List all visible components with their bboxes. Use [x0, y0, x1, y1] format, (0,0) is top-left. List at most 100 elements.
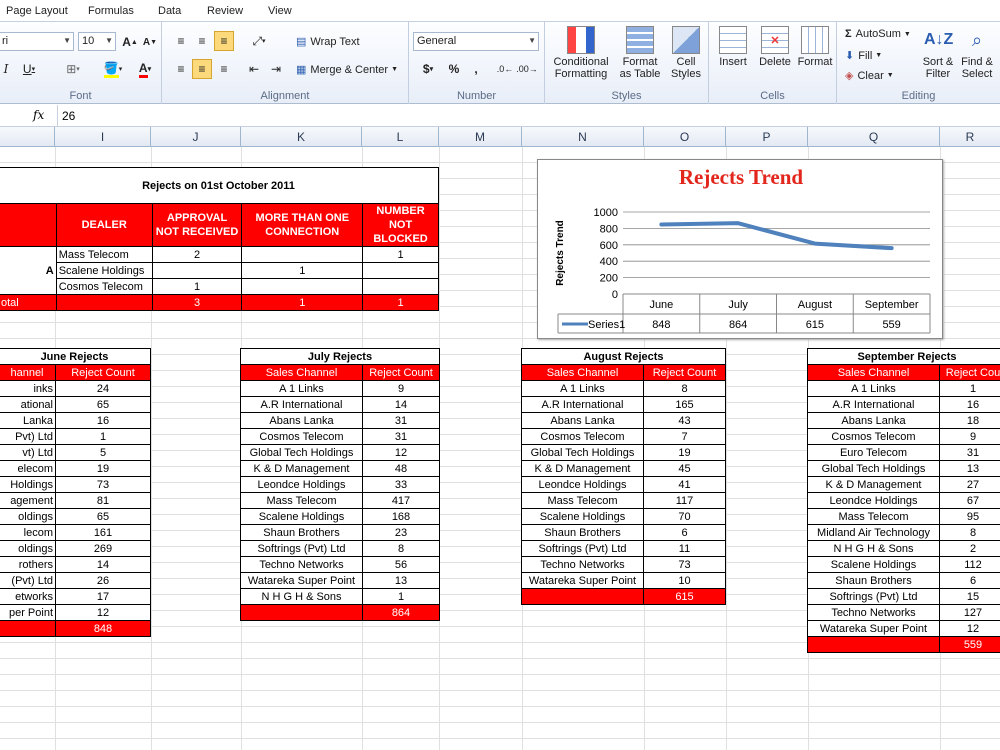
channel-cell[interactable]: N H G H & Sons — [240, 588, 363, 605]
count-cell[interactable]: 2 — [939, 540, 1000, 557]
count-cell[interactable]: 1 — [939, 380, 1000, 397]
count-cell[interactable]: 417 — [362, 492, 440, 509]
channel-cell[interactable]: Techno Networks — [240, 556, 363, 573]
channel-cell[interactable]: lecom — [0, 524, 56, 541]
count-cell[interactable]: 81 — [55, 492, 151, 509]
channel-cell[interactable]: oldings — [0, 540, 56, 557]
dealer-cell[interactable]: Scalene Holdings — [55, 262, 153, 279]
column-header-m[interactable]: M — [439, 127, 522, 147]
conditional-formatting-button[interactable]: Conditional Formatting — [549, 26, 613, 80]
column-header-p[interactable]: P — [726, 127, 808, 147]
dealer-cell[interactable]: Cosmos Telecom — [55, 278, 153, 295]
count-cell[interactable]: 43 — [643, 412, 726, 429]
count-cell[interactable]: 112 — [939, 556, 1000, 573]
count-cell[interactable]: 13 — [362, 572, 440, 589]
tab-view[interactable]: View — [268, 5, 292, 17]
rejects-trend-chart[interactable]: Rejects Trend Rejects Trend 1000 800 600 400 2… — [537, 159, 943, 339]
count-cell[interactable]: 48 — [362, 460, 440, 477]
channel-cell[interactable]: A.R International — [521, 396, 644, 413]
formula-input[interactable]: 26 — [62, 109, 75, 123]
count-cell[interactable]: 12 — [55, 604, 151, 621]
borders-button[interactable]: ⊞ ▾ — [60, 59, 86, 79]
channel-cell[interactable]: Midland Air Technology — [807, 524, 940, 541]
channel-cell[interactable]: Watareka Super Point — [807, 620, 940, 637]
align-left-icon[interactable]: ≡ — [171, 59, 191, 79]
channel-cell[interactable]: Scalene Holdings — [240, 508, 363, 525]
count-cell[interactable]: 15 — [939, 588, 1000, 605]
count-cell[interactable]: 16 — [939, 396, 1000, 413]
count-cell[interactable]: 95 — [939, 508, 1000, 525]
channel-cell[interactable]: Leondce Holdings — [807, 492, 940, 509]
channel-cell[interactable]: A.R International — [807, 396, 940, 413]
channel-cell[interactable]: Scalene Holdings — [807, 556, 940, 573]
count-cell[interactable]: 6 — [939, 572, 1000, 589]
channel-cell[interactable]: Mass Telecom — [807, 508, 940, 525]
count-cell[interactable]: 5 — [55, 444, 151, 461]
dealer-cell[interactable]: Mass Telecom — [55, 246, 153, 263]
count-cell[interactable]: 16 — [55, 412, 151, 429]
count-cell[interactable]: 56 — [362, 556, 440, 573]
channel-cell[interactable]: agement — [0, 492, 56, 509]
channel-cell[interactable]: Shaun Brothers — [521, 524, 644, 541]
channel-cell[interactable]: Leondce Holdings — [240, 476, 363, 493]
number-cell[interactable] — [362, 262, 439, 279]
column-header-j[interactable]: J — [151, 127, 241, 147]
count-cell[interactable]: 1 — [362, 588, 440, 605]
count-cell[interactable]: 73 — [643, 556, 726, 573]
count-cell[interactable]: 65 — [55, 396, 151, 413]
count-cell[interactable]: 27 — [939, 476, 1000, 493]
merge-center-button[interactable]: ▦ Merge & Center ▼ — [296, 63, 398, 77]
channel-cell[interactable]: rothers — [0, 556, 56, 573]
column-header-n[interactable]: N — [522, 127, 644, 147]
channel-cell[interactable]: Abans Lanka — [240, 412, 363, 429]
decrease-indent-icon[interactable]: ⇤ — [244, 59, 264, 79]
channel-cell[interactable]: elecom — [0, 460, 56, 477]
count-cell[interactable]: 12 — [939, 620, 1000, 637]
format-as-table-button[interactable]: Format as Table — [615, 26, 665, 80]
count-cell[interactable]: 31 — [362, 428, 440, 445]
count-cell[interactable]: 11 — [643, 540, 726, 557]
fill-button[interactable]: ⬇ Fill ▼ — [845, 49, 882, 63]
count-cell[interactable]: 9 — [362, 380, 440, 397]
count-cell[interactable]: 17 — [55, 588, 151, 605]
channel-cell[interactable]: Cosmos Telecom — [807, 428, 940, 445]
channel-cell[interactable]: inks — [0, 380, 56, 397]
count-cell[interactable]: 65 — [55, 508, 151, 525]
more-cell[interactable] — [241, 246, 364, 263]
sort-filter-button[interactable]: A↓Z Sort & Filter — [919, 26, 957, 80]
channel-cell[interactable]: A 1 Links — [240, 380, 363, 397]
count-cell[interactable]: 13 — [939, 460, 1000, 477]
comma-button[interactable]: , — [467, 59, 485, 79]
delete-button[interactable]: ✕ Delete — [755, 26, 795, 68]
align-center-icon[interactable]: ≡ — [192, 59, 212, 79]
approval-cell[interactable]: 1 — [151, 278, 243, 295]
channel-cell[interactable]: A 1 Links — [521, 380, 644, 397]
channel-cell[interactable]: Scalene Holdings — [521, 508, 644, 525]
channel-cell[interactable]: etworks — [0, 588, 56, 605]
channel-cell[interactable]: Softrings (Pvt) Ltd — [521, 540, 644, 557]
format-button[interactable]: Format — [795, 26, 835, 68]
count-cell[interactable]: 10 — [643, 572, 726, 589]
grow-font-button[interactable]: A ▲ — [120, 32, 140, 52]
number-format-combo[interactable]: General ▼ — [413, 32, 539, 51]
approval-cell[interactable]: 2 — [151, 246, 243, 263]
channel-cell[interactable]: Mass Telecom — [521, 492, 644, 509]
channel-cell[interactable]: Global Tech Holdings — [521, 444, 644, 461]
channel-cell[interactable]: Watareka Super Point — [240, 572, 363, 589]
column-header-k[interactable]: K — [241, 127, 362, 147]
autosum-button[interactable]: Σ AutoSum ▼ — [845, 28, 911, 40]
channel-cell[interactable]: Watareka Super Point — [521, 572, 644, 589]
worksheet-grid[interactable]: Rejects on 01st October 2011 DEALER APPR… — [0, 147, 1000, 750]
column-header-l[interactable]: L — [362, 127, 439, 147]
align-right-icon[interactable]: ≡ — [214, 59, 234, 79]
count-cell[interactable]: 23 — [362, 524, 440, 541]
count-cell[interactable]: 41 — [643, 476, 726, 493]
count-cell[interactable]: 127 — [939, 604, 1000, 621]
channel-cell[interactable]: Mass Telecom — [240, 492, 363, 509]
align-top-icon[interactable]: ≡ — [171, 31, 191, 51]
channel-cell[interactable]: Shaun Brothers — [240, 524, 363, 541]
number-cell[interactable] — [362, 278, 439, 295]
wrap-text-button[interactable]: ▤ Wrap Text — [296, 35, 360, 49]
more-cell[interactable] — [241, 278, 364, 295]
currency-button[interactable]: $ ▾ — [415, 59, 441, 79]
